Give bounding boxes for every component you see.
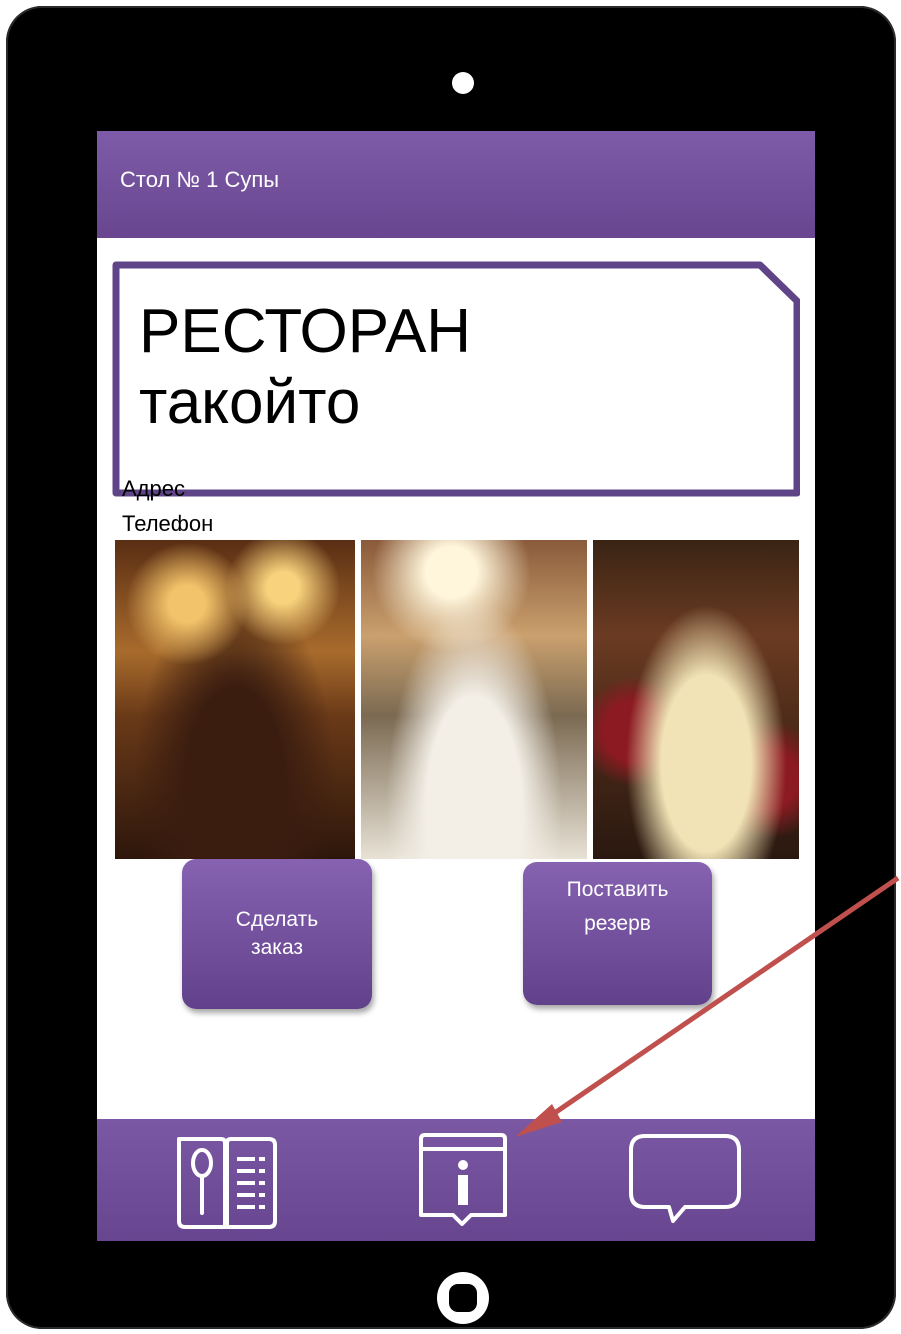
make-order-line2: заказ [250, 936, 304, 959]
reserve-line1: Поставить [566, 878, 669, 901]
app-header: Стол № 1 Супы [97, 131, 815, 238]
header-title: Стол № 1 Супы [120, 167, 280, 192]
info-icon [419, 1133, 507, 1226]
address-label: Адрес [122, 476, 185, 501]
restaurant-photo-3 [593, 540, 799, 859]
camera-icon [452, 72, 474, 94]
restaurant-info-card: РЕСТОРАН такойто [112, 261, 800, 497]
reserve-button[interactable]: Поставить резерв [523, 862, 712, 1005]
menu-book-icon [177, 1137, 277, 1229]
restaurant-subtitle: такойто [139, 368, 361, 437]
phone-label: Телефон [122, 511, 214, 531]
chat-bubble-icon [629, 1134, 741, 1223]
tab-info[interactable] [393, 1119, 553, 1241]
tab-menu[interactable] [147, 1119, 307, 1241]
make-order-button[interactable]: Сделать заказ [182, 859, 372, 1009]
phone-clip: Телефон [122, 509, 213, 531]
home-button[interactable] [437, 1272, 489, 1324]
restaurant-photo-2 [361, 540, 587, 859]
make-order-line1: Сделать [235, 908, 319, 931]
bottom-tab-bar [97, 1119, 815, 1241]
restaurant-photo-1 [115, 540, 355, 859]
restaurant-name: РЕСТОРАН [139, 297, 472, 366]
reserve-line2: резерв [584, 912, 651, 935]
tab-chat[interactable] [617, 1119, 777, 1241]
app-screen: Стол № 1 Супы РЕСТОРАН такойто Адрес Тел… [97, 131, 815, 1241]
